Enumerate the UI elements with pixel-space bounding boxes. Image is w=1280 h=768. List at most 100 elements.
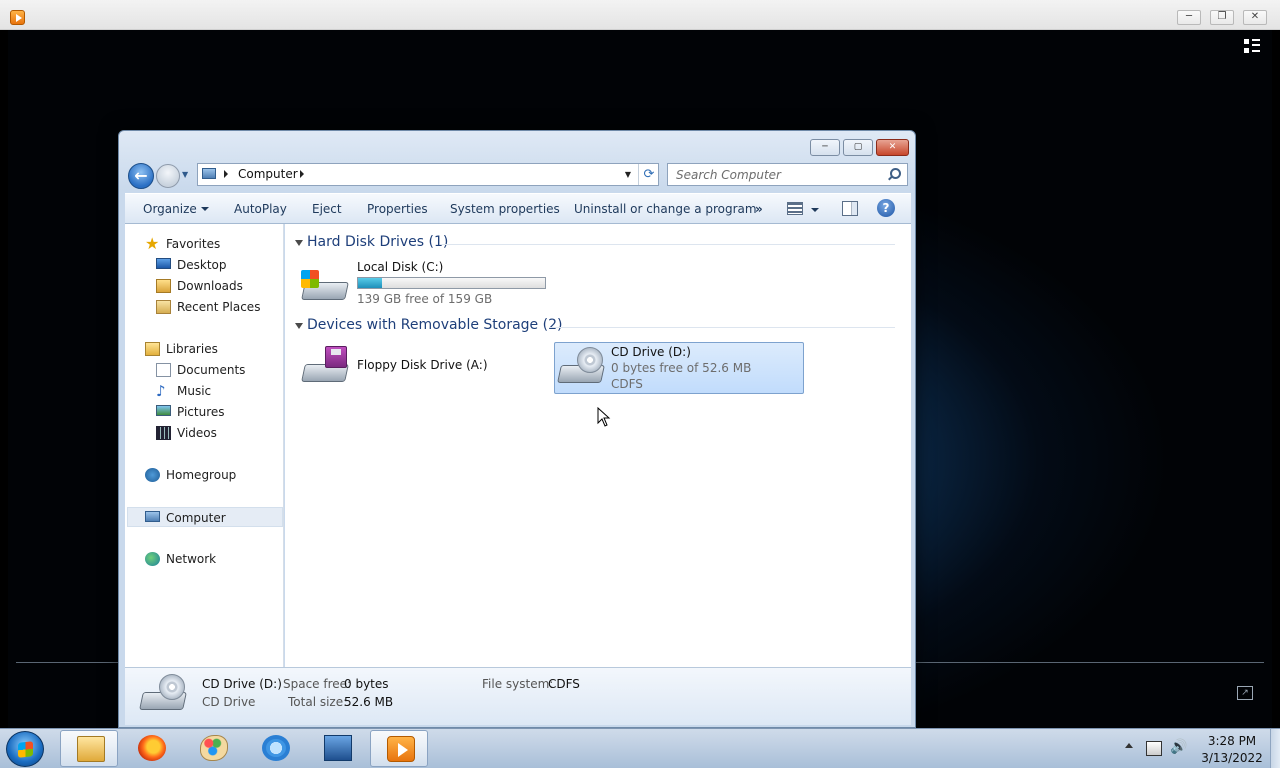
nav-videos[interactable]: Videos	[156, 423, 296, 443]
autoplay-button[interactable]: AutoPlay	[234, 202, 287, 216]
computer-icon	[202, 168, 216, 179]
drive-usage-fill	[358, 278, 382, 288]
maximize-button[interactable]: ▢	[843, 139, 873, 156]
breadcrumb-computer[interactable]: Computer	[238, 167, 298, 181]
internet-explorer-icon	[262, 735, 290, 761]
breadcrumb-arrow-icon[interactable]	[224, 170, 228, 178]
search-input[interactable]: Search Computer	[667, 163, 908, 186]
nav-label: Music	[177, 384, 212, 398]
system-properties-button[interactable]: System properties	[450, 202, 560, 216]
taskbar-firefox-button[interactable]	[122, 730, 180, 767]
details-item-type: CD Drive	[202, 695, 256, 709]
help-icon[interactable]: ?	[877, 199, 895, 217]
start-button[interactable]	[6, 731, 44, 767]
nav-desktop[interactable]: Desktop	[156, 255, 296, 275]
nav-downloads[interactable]: Downloads	[156, 276, 296, 296]
group-divider	[441, 244, 895, 245]
back-button[interactable]: ←	[128, 163, 154, 189]
taskbar-remote-desktop-button[interactable]	[308, 730, 366, 767]
eject-button[interactable]: Eject	[312, 202, 342, 216]
properties-button[interactable]: Properties	[367, 202, 428, 216]
network-status-icon[interactable]	[1146, 741, 1162, 756]
close-button[interactable]: ✕	[876, 139, 909, 156]
address-history-dropdown[interactable]: ▼	[622, 168, 634, 182]
host-maximize-button[interactable]: ❐	[1210, 10, 1234, 25]
clock-date[interactable]: 3/13/2022	[1197, 751, 1267, 765]
forward-button[interactable]	[156, 164, 180, 188]
hard-drive-icon	[301, 264, 349, 308]
refresh-icon[interactable]: ⟳	[638, 164, 659, 185]
recent-pages-dropdown[interactable]: ▼	[182, 169, 194, 181]
chevron-down-icon[interactable]	[811, 208, 819, 212]
mouse-cursor-icon	[597, 407, 611, 427]
group-label: Devices with Removable Storage (2)	[307, 317, 563, 333]
search-icon[interactable]	[887, 167, 901, 182]
drive-item-local-disk-c[interactable]: Local Disk (C:) 139 GB free of 159 GB	[301, 258, 551, 306]
space-free-value: 0 bytes	[344, 677, 389, 691]
nav-computer[interactable]: Computer	[127, 507, 283, 527]
show-hidden-icons-icon[interactable]	[1125, 743, 1133, 748]
drive-file-system: CDFS	[611, 377, 643, 391]
nav-homegroup[interactable]: Homegroup	[145, 465, 285, 485]
nav-recent-places[interactable]: Recent Places	[156, 297, 296, 317]
drive-free-space: 0 bytes free of 52.6 MB	[611, 361, 752, 375]
change-view-icon[interactable]	[787, 202, 803, 215]
volume-icon[interactable]: 🔊	[1170, 739, 1187, 755]
homegroup-icon	[145, 468, 160, 482]
drive-item-cd-d[interactable]: CD Drive (D:) 0 bytes free of 52.6 MB CD…	[554, 342, 804, 394]
taskbar-media-player-button[interactable]	[370, 730, 428, 767]
collapse-triangle-icon[interactable]	[295, 323, 303, 329]
taskbar-paint-button[interactable]	[184, 730, 242, 767]
drive-name: CD Drive (D:)	[611, 345, 691, 359]
address-bar[interactable]: Computer ▼ ⟳	[197, 163, 659, 186]
nav-music[interactable]: ♪ Music	[156, 381, 296, 401]
recent-places-icon	[156, 300, 171, 314]
player-app-icon	[10, 10, 25, 25]
nav-label: Favorites	[166, 237, 221, 251]
host-minimize-button[interactable]: ─	[1177, 10, 1201, 25]
downloads-folder-icon	[156, 279, 171, 293]
details-pane: CD Drive (D:) CD Drive Space free: 0 byt…	[125, 667, 911, 725]
minimize-button[interactable]: ─	[810, 139, 840, 156]
search-placeholder: Search Computer	[676, 168, 781, 182]
nav-pictures[interactable]: Pictures	[156, 402, 296, 422]
file-system-label: File system:	[482, 677, 554, 691]
uninstall-program-button[interactable]: Uninstall or change a program	[574, 202, 757, 216]
space-free-label: Space free:	[283, 677, 352, 691]
nav-label: Desktop	[177, 258, 227, 272]
expand-icon[interactable]: ↗	[1237, 686, 1253, 700]
organize-button[interactable]: Organize	[143, 202, 209, 216]
breadcrumb-arrow-icon[interactable]	[300, 170, 304, 178]
drive-item-floppy-a[interactable]: Floppy Disk Drive (A:)	[301, 342, 551, 392]
host-titlebar: ─ ❐ ✕	[0, 0, 1280, 30]
libraries-icon	[145, 342, 160, 356]
drive-name: Floppy Disk Drive (A:)	[357, 358, 488, 372]
collapse-triangle-icon[interactable]	[295, 240, 303, 246]
nav-label: Homegroup	[166, 468, 237, 482]
nav-label: Recent Places	[177, 300, 261, 314]
nav-documents[interactable]: Documents	[156, 360, 296, 380]
fullscreen-toggle-icon[interactable]	[1243, 38, 1263, 56]
taskbar-explorer-button[interactable]	[60, 730, 118, 767]
taskbar-ie-button[interactable]	[246, 730, 304, 767]
organize-label: Organize	[143, 202, 197, 216]
group-divider	[549, 327, 895, 328]
media-player-icon	[387, 736, 415, 762]
nav-libraries[interactable]: Libraries	[145, 339, 285, 359]
group-label: Hard Disk Drives (1)	[307, 234, 449, 250]
group-header-hard-disk[interactable]: Hard Disk Drives (1)	[293, 234, 903, 254]
nav-label: Pictures	[177, 405, 225, 419]
group-header-removable[interactable]: Devices with Removable Storage (2)	[293, 317, 903, 337]
nav-favorites[interactable]: ★ Favorites	[145, 234, 285, 254]
nav-network[interactable]: Network	[145, 549, 285, 569]
more-commands-button[interactable]: »	[755, 202, 763, 216]
show-desktop-button[interactable]	[1270, 729, 1280, 768]
host-close-button[interactable]: ✕	[1243, 10, 1267, 25]
drive-name: Local Disk (C:)	[357, 260, 444, 274]
preview-pane-icon[interactable]	[842, 201, 858, 216]
star-icon: ★	[145, 234, 160, 253]
cd-drive-icon	[139, 674, 187, 718]
navigation-pane: ★ Favorites Desktop Downloads Recent Pla…	[125, 224, 284, 667]
cd-drive-icon	[557, 347, 605, 391]
clock-time[interactable]: 3:28 PM	[1197, 734, 1267, 748]
